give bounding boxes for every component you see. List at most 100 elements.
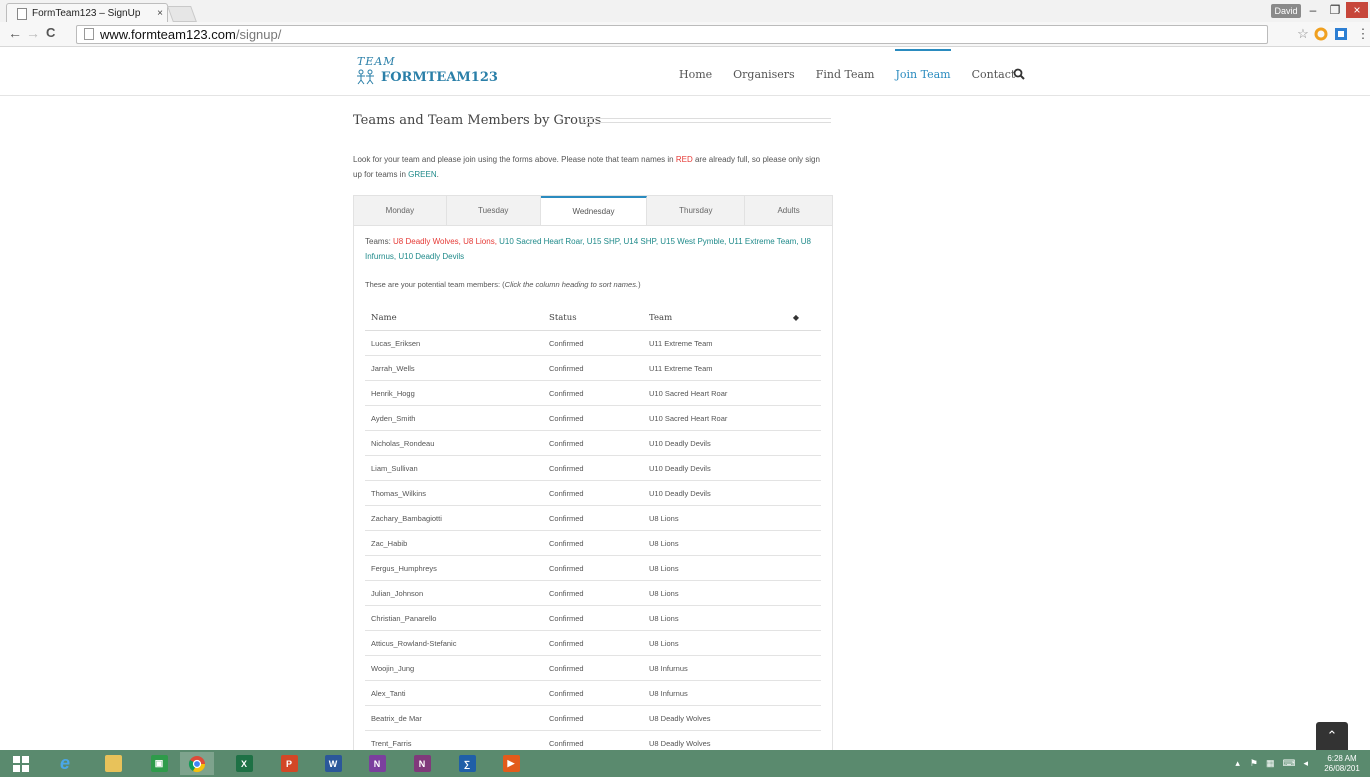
- browser-tab[interactable]: FormTeam123 – SignUp ×: [6, 3, 168, 23]
- member-status-cell: Confirmed: [543, 630, 643, 656]
- site-header: TEAM FORMTEAM123 Home Organisers Find Te…: [0, 47, 1370, 96]
- store-icon[interactable]: ▣: [142, 752, 176, 775]
- tab-adults[interactable]: Adults: [745, 196, 832, 225]
- member-name-cell: Julian_Johnson: [365, 580, 543, 606]
- table-row: Nicholas_Rondeau Confirmed U10 Deadly Devi…: [365, 430, 821, 456]
- word-icon[interactable]: W: [316, 752, 350, 775]
- minimize-button[interactable]: –: [1302, 2, 1324, 18]
- search-icon[interactable]: [1013, 68, 1025, 80]
- close-window-button[interactable]: ×: [1346, 2, 1368, 18]
- reload-icon[interactable]: C: [46, 25, 55, 40]
- member-name-cell: Liam_Sullivan: [365, 455, 543, 481]
- member-status-cell: Confirmed: [543, 605, 643, 631]
- nav-join-team[interactable]: Join Team: [895, 47, 951, 95]
- powerpoint-icon[interactable]: P: [272, 752, 306, 775]
- member-status-cell: Confirmed: [543, 480, 643, 506]
- teams-list: Teams: U8 Deadly Wolves, U8 Lions, U10 S…: [365, 237, 811, 261]
- windows-start-icon[interactable]: [4, 752, 38, 775]
- maximize-button[interactable]: ❐: [1324, 2, 1346, 18]
- chrome-icon[interactable]: [180, 752, 214, 775]
- intro-text: Look for your team and please join using…: [353, 155, 820, 179]
- volume-icon[interactable]: ◂: [1303, 758, 1308, 769]
- member-team-cell: U8 Lions: [643, 630, 821, 656]
- onenote-icon[interactable]: N: [405, 752, 439, 775]
- new-tab-button[interactable]: [167, 6, 197, 22]
- column-name[interactable]: Name: [365, 305, 543, 331]
- member-name-cell: Atticus_Rowland-Stefanic: [365, 630, 543, 656]
- table-row: Jarrah_Wells Confirmed U11 Extreme Team: [365, 355, 821, 381]
- tab-content: Teams: U8 Deadly Wolves, U8 Lions, U10 S…: [354, 226, 832, 756]
- member-name-cell: Thomas_Wilkins: [365, 480, 543, 506]
- forward-icon[interactable]: →: [26, 25, 40, 41]
- member-team-cell: U8 Infurnus: [643, 655, 821, 681]
- clock-date: 26/08/201: [1324, 763, 1360, 773]
- member-team-cell: U8 Deadly Wolves: [643, 705, 821, 731]
- tab-monday[interactable]: Monday: [354, 196, 447, 225]
- nav-contact[interactable]: Contact: [972, 47, 1016, 95]
- full-teams: U8 Deadly Wolves, U8 Lions,: [393, 237, 497, 246]
- tab-close-icon[interactable]: ×: [153, 8, 167, 19]
- title-divider: [581, 118, 831, 123]
- table-row: Ayden_Smith Confirmed U10 Sacred Heart Roa…: [365, 405, 821, 431]
- address-bar[interactable]: www.formteam123.com/signup/: [76, 25, 1268, 44]
- member-team-cell: U11 Extreme Team: [643, 330, 821, 356]
- tab-thursday[interactable]: Thursday: [647, 196, 746, 225]
- network-icon[interactable]: ▦: [1266, 758, 1275, 769]
- member-name-cell: Lucas_Eriksen: [365, 330, 543, 356]
- member-team-cell: U8 Lions: [643, 505, 821, 531]
- internet-explorer-icon[interactable]: e: [48, 752, 82, 775]
- member-team-cell: U10 Deadly Devils: [643, 430, 821, 456]
- team-figures-icon: [357, 69, 374, 85]
- member-team-cell: U10 Deadly Devils: [643, 480, 821, 506]
- keyboard-icon[interactable]: ⌨: [1282, 758, 1295, 769]
- chrome-menu-icon[interactable]: ⋮: [1356, 27, 1370, 41]
- media-player-icon[interactable]: ▶: [494, 752, 528, 775]
- member-status-cell: Confirmed: [543, 355, 643, 381]
- table-row: Woojin_Jung Confirmed U8 Infurnus: [365, 655, 821, 681]
- system-clock[interactable]: 6:28 AM 26/08/201: [1314, 754, 1370, 774]
- table-row: Christian_Panarello Confirmed U8 Lions: [365, 605, 821, 631]
- table-row: Liam_Sullivan Confirmed U10 Deadly Devils: [365, 455, 821, 481]
- back-icon[interactable]: ←: [8, 25, 22, 41]
- onenote-clipper-icon[interactable]: N: [360, 752, 394, 775]
- back-to-top-button[interactable]: ⌃: [1316, 722, 1348, 750]
- logo-team-text: TEAM: [357, 55, 396, 68]
- windows-taskbar: e ▣ X P W N N ∑ ▶ ▴ ⚑ ▦ ⌨ ◂ 6:28 AM 26/0…: [0, 750, 1370, 777]
- member-team-cell: U8 Lions: [643, 555, 821, 581]
- member-status-cell: Confirmed: [543, 530, 643, 556]
- tray-overflow-icon[interactable]: ▴: [1235, 758, 1240, 769]
- tab-tuesday[interactable]: Tuesday: [447, 196, 541, 225]
- member-status-cell: Confirmed: [543, 555, 643, 581]
- nav-home[interactable]: Home: [679, 47, 712, 95]
- member-status-cell: Confirmed: [543, 580, 643, 606]
- site-logo[interactable]: TEAM FORMTEAM123: [355, 53, 505, 91]
- day-tabs: Monday Tuesday Wednesday Thursday Adults: [354, 196, 832, 226]
- extension-ring-icon[interactable]: [1314, 27, 1328, 41]
- column-team[interactable]: Team ◆: [643, 305, 821, 331]
- member-name-cell: Woojin_Jung: [365, 655, 543, 681]
- column-status[interactable]: Status: [543, 305, 643, 331]
- profile-button[interactable]: David: [1271, 4, 1301, 18]
- nav-organisers[interactable]: Organisers: [733, 47, 795, 95]
- member-name-cell: Alex_Tanti: [365, 680, 543, 706]
- excel-icon[interactable]: X: [227, 752, 261, 775]
- file-explorer-icon[interactable]: [96, 752, 130, 775]
- member-status-cell: Confirmed: [543, 655, 643, 681]
- red-label: RED: [675, 155, 693, 164]
- members-note: These are your potential team members: (…: [365, 280, 641, 289]
- nav-find-team[interactable]: Find Team: [816, 47, 875, 95]
- member-status-cell: Confirmed: [543, 505, 643, 531]
- extension-square-icon[interactable]: [1334, 27, 1348, 41]
- math-input-icon[interactable]: ∑: [450, 752, 484, 775]
- bookmark-star-icon[interactable]: ☆: [1296, 27, 1310, 41]
- member-status-cell: Confirmed: [543, 455, 643, 481]
- member-name-cell: Ayden_Smith: [365, 405, 543, 431]
- action-center-flag-icon[interactable]: ⚑: [1250, 758, 1258, 769]
- tab-wednesday[interactable]: Wednesday: [540, 196, 648, 225]
- tab-title: FormTeam123 – SignUp: [32, 8, 141, 19]
- sort-icon[interactable]: ◆: [793, 313, 799, 322]
- section-title: Teams and Team Members by Groups: [353, 113, 602, 128]
- table-row: Atticus_Rowland-Stefanic Confirmed U8 Lion…: [365, 630, 821, 656]
- table-row: Julian_Johnson Confirmed U8 Lions: [365, 580, 821, 606]
- main-navigation: Home Organisers Find Team Join Team Cont…: [679, 47, 1036, 95]
